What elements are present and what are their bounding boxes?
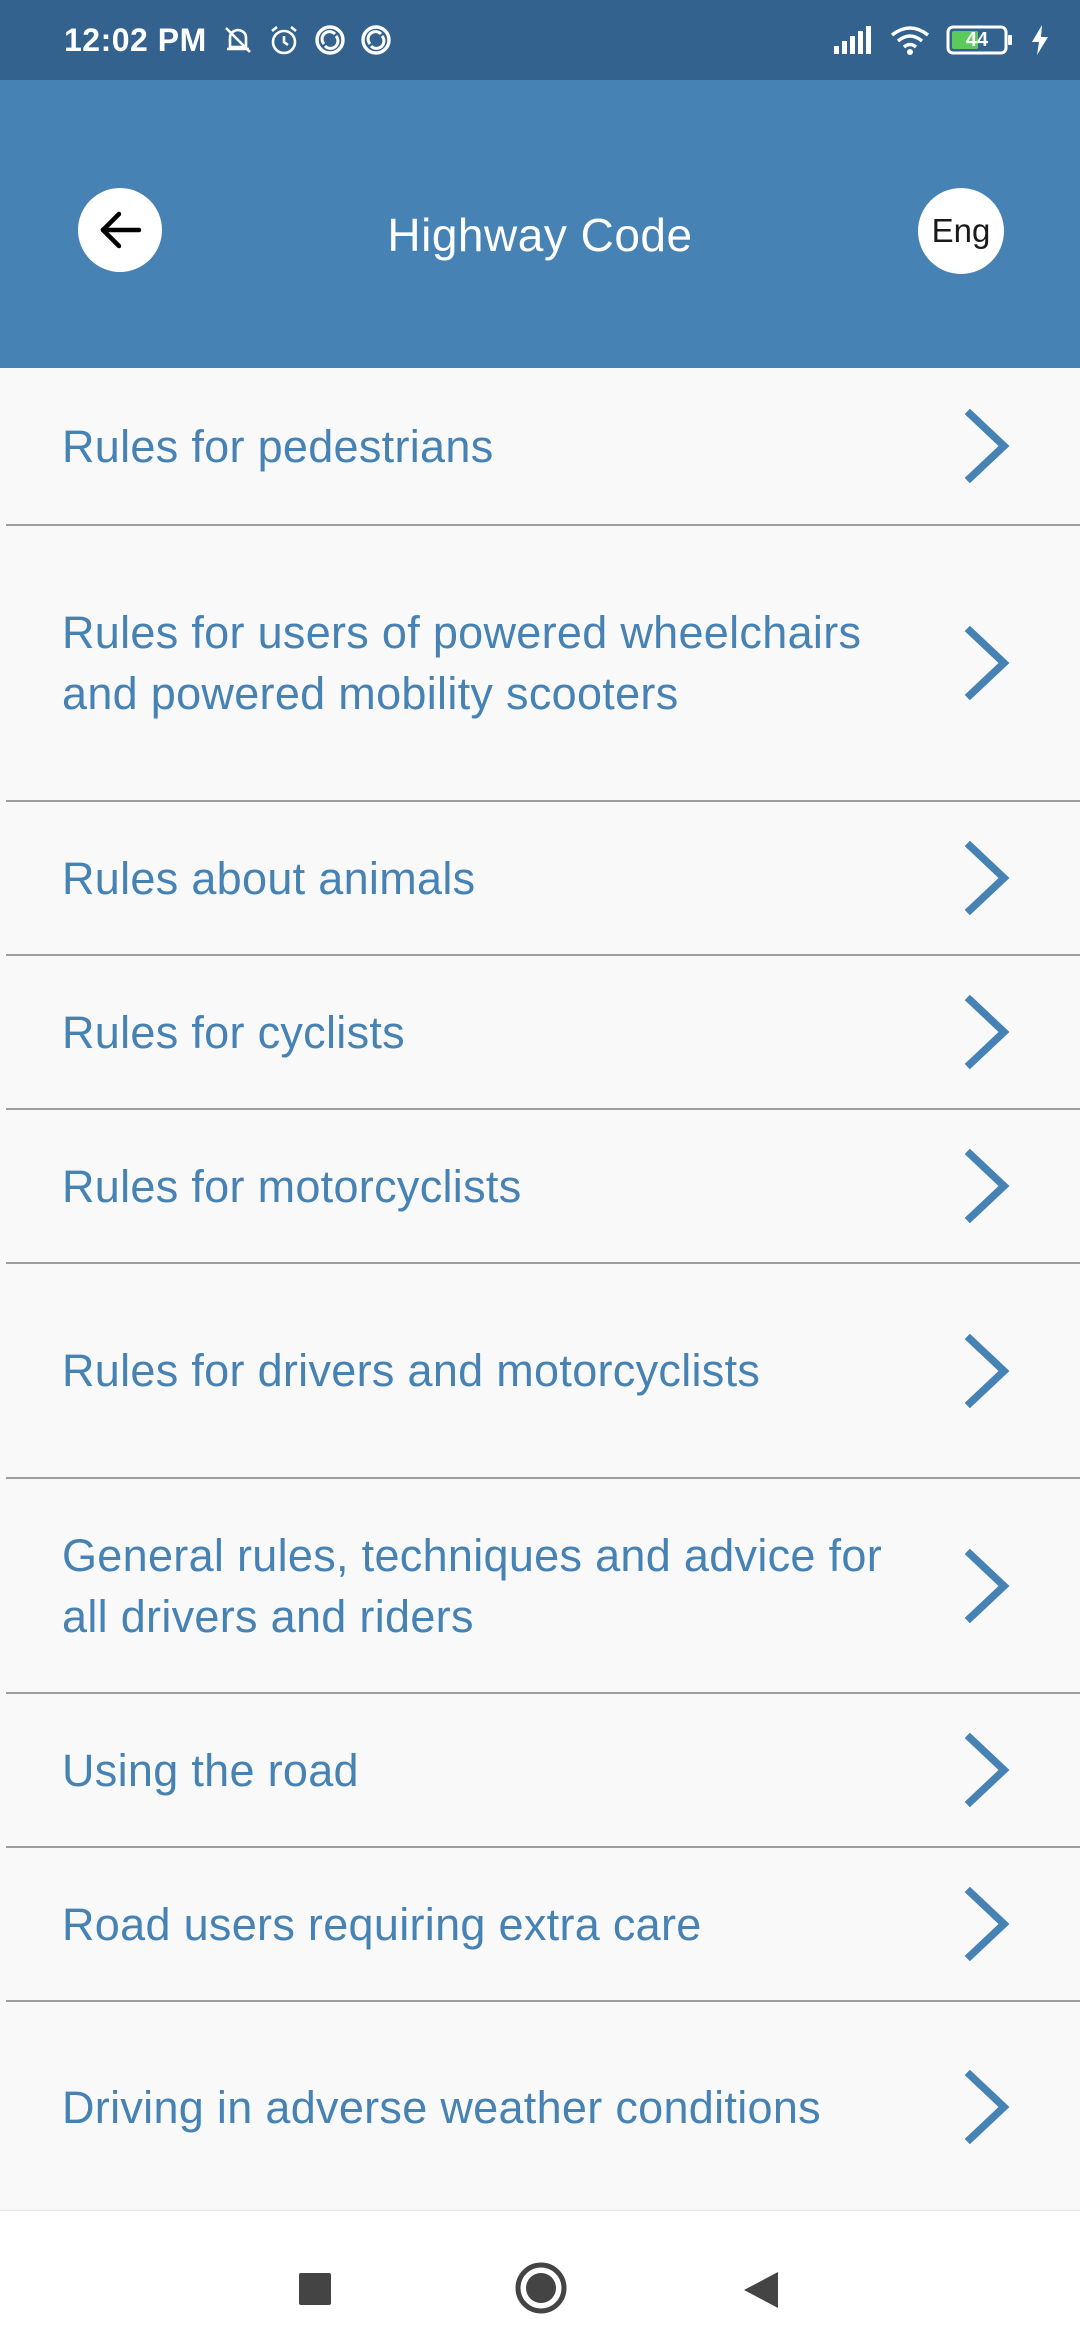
recents-button[interactable] <box>299 2273 331 2305</box>
chevron-right-icon <box>964 1548 1010 1623</box>
list-item-label: Rules for motorcyclists <box>62 1160 522 1212</box>
chevron-right-icon <box>964 840 1010 916</box>
rules-list: Rules for pedestrians Rules for users of… <box>0 368 1080 2212</box>
status-left: 12:02 PM <box>64 22 393 59</box>
list-item[interactable]: Rules for cyclists <box>0 956 1080 1108</box>
list-item-label: Rules about animals <box>62 852 476 904</box>
list-item-label: Rules for drivers and motorcyclists <box>62 1345 761 1396</box>
chevron-right-icon <box>964 1333 1010 1408</box>
status-bar: 12:02 PM 44 <box>0 0 1080 80</box>
status-right: 44 <box>834 24 1050 56</box>
status-time: 12:02 PM <box>64 21 207 58</box>
wifi-icon <box>890 25 930 55</box>
sync-icon <box>313 23 347 57</box>
mute-bell-icon <box>221 23 255 57</box>
back-nav-button[interactable] <box>742 2270 780 2310</box>
list-item[interactable]: General rules, techniques and advice for… <box>0 1479 1080 1692</box>
list-item[interactable]: Rules for users of powered wheelchairs a… <box>0 526 1080 800</box>
battery-level: 44 <box>965 28 989 51</box>
navigation-bar <box>0 2210 1080 2340</box>
list-item[interactable]: Rules for motorcyclists <box>0 1110 1080 1262</box>
language-button[interactable]: Eng <box>918 188 1004 274</box>
list-item-label: Driving in adverse weather conditions <box>62 2081 821 2133</box>
battery-icon: 44 <box>946 24 1014 56</box>
alarm-icon <box>267 23 301 57</box>
list-item[interactable]: Road users requiring extra care <box>0 1848 1080 2000</box>
chevron-right-icon <box>964 1732 1010 1808</box>
list-item-label: Using the road <box>62 1744 359 1796</box>
status-icons-left <box>221 23 393 57</box>
list-item-label: Road users requiring extra care <box>62 1898 702 1950</box>
chevron-right-icon <box>964 408 1010 484</box>
list-item-label: Rules for pedestrians <box>62 420 494 472</box>
signal-icon <box>834 26 874 54</box>
chevron-right-icon <box>964 1886 1010 1962</box>
list-item-label: General rules, techniques and advice for… <box>62 1529 882 1642</box>
chevron-right-icon <box>964 1148 1010 1224</box>
list-item[interactable]: Rules for drivers and motorcyclists <box>0 1264 1080 1477</box>
chevron-right-icon <box>964 994 1010 1070</box>
list-item[interactable]: Rules for pedestrians <box>0 368 1080 524</box>
chevron-right-icon <box>964 2069 1010 2145</box>
sync-icon <box>359 23 393 57</box>
chevron-right-icon <box>964 625 1010 701</box>
list-item[interactable]: Using the road <box>0 1694 1080 1846</box>
charging-icon <box>1030 25 1050 55</box>
list-item-label: Rules for users of powered wheelchairs a… <box>62 607 862 719</box>
screen: 12:02 PM 44 Highway Code Eng Rules for p… <box>0 0 1080 2340</box>
list-item[interactable]: Rules about animals <box>0 802 1080 954</box>
home-button[interactable] <box>514 2261 568 2315</box>
list-item-label: Rules for cyclists <box>62 1006 405 1058</box>
list-item[interactable]: Driving in adverse weather conditions <box>0 2002 1080 2212</box>
app-bar: Highway Code Eng <box>0 80 1080 368</box>
